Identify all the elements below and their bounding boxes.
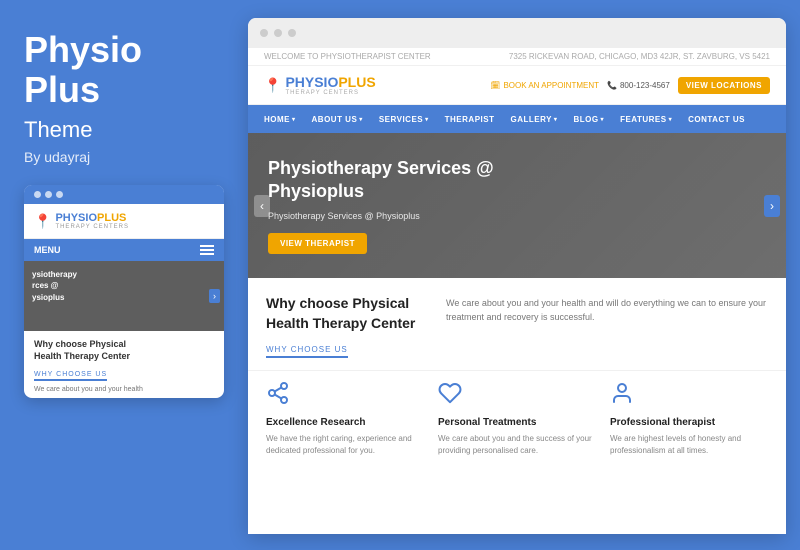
mobile-dot-3: [56, 191, 63, 198]
mobile-dot-1: [34, 191, 41, 198]
feature-card-excellence: Excellence Research We have the right ca…: [266, 381, 424, 457]
mobile-dot-2: [45, 191, 52, 198]
mobile-menu-bar: MENU: [24, 239, 224, 261]
feature-card-personal: Personal Treatments We care about you an…: [438, 381, 596, 457]
mobile-logo-bar: 📍 PHYSIOPLUS THERAPY CENTERS: [24, 204, 224, 239]
browser-dot-1: [260, 29, 268, 37]
nav-item-therapist[interactable]: THERAPIST: [445, 115, 495, 124]
hero-cta-button[interactable]: VIEW THERAPIST: [268, 233, 367, 254]
appointment-icon: 🗓: [490, 81, 500, 90]
mobile-top-bar: [24, 185, 224, 204]
top-bar-address: 7325 RICKEVAN ROAD, CHICAGO, MD3 42JR, S…: [509, 52, 770, 61]
mobile-logo-text: PHYSIOPLUS: [55, 212, 129, 224]
chevron-down-icon: ▾: [554, 116, 558, 123]
feature-desc-professional: We are highest levels of honesty and pro…: [610, 433, 768, 457]
mobile-hero: ysiotherapyrces @ysioplus ›: [24, 261, 224, 331]
feature-title-personal: Personal Treatments: [438, 417, 596, 428]
view-locations-button[interactable]: VIEW LOCATIONS: [678, 77, 770, 94]
site-header: 📍 PHYSIOPLUS THERAPY CENTERS 🗓 BOOK AN A…: [248, 66, 786, 105]
theme-subtitle: Theme: [24, 117, 224, 143]
mobile-logo-tagline: THERAPY CENTERS: [55, 224, 129, 230]
share-icon: [266, 381, 424, 411]
appointment-button[interactable]: 🗓 BOOK AN APPOINTMENT: [490, 81, 599, 90]
why-title: Why choose Physical Health Therapy Cente…: [266, 294, 426, 333]
mobile-desc: We care about you and your health: [34, 385, 214, 395]
nav-item-contact[interactable]: CONTACT US: [688, 115, 745, 124]
nav-item-services[interactable]: SERVICES ▾: [379, 115, 429, 124]
left-panel: PhysioPlus Theme By udayraj 📍 PHYSIOPLUS…: [0, 0, 248, 550]
chevron-down-icon: ▾: [669, 116, 673, 123]
chevron-down-icon: ▾: [359, 116, 363, 123]
site-nav: HOME ▾ ABOUT US ▾ SERVICES ▾ THERAPIST G…: [248, 105, 786, 133]
nav-item-blog[interactable]: BLOG ▾: [573, 115, 604, 124]
why-description: We care about you and your health and wi…: [446, 294, 768, 358]
chevron-down-icon: ▾: [292, 116, 296, 123]
site-logo: 📍 PHYSIOPLUS THERAPY CENTERS: [264, 74, 376, 96]
features-row: Excellence Research We have the right ca…: [248, 370, 786, 469]
hero-prev-arrow-icon[interactable]: ‹: [254, 195, 270, 217]
feature-card-professional: Professional therapist We are highest le…: [610, 381, 768, 457]
chevron-down-icon: ▾: [601, 116, 605, 123]
hero-content: Physiotherapy Services @Physioplus Physi…: [268, 157, 766, 255]
logo-pin-icon: 📍: [264, 77, 281, 94]
mobile-hamburger-icon: [200, 245, 214, 255]
hero-title: Physiotherapy Services @Physioplus: [268, 157, 508, 204]
chevron-down-icon: ▾: [425, 116, 429, 123]
feature-title-excellence: Excellence Research: [266, 417, 424, 428]
mobile-why-title: Why choose PhysicalHealth Therapy Center: [34, 339, 214, 362]
theme-title: PhysioPlus: [24, 30, 224, 109]
mobile-logo-pin-icon: 📍: [34, 213, 51, 230]
browser-chrome: [248, 18, 786, 48]
site-hero: Physiotherapy Services @Physioplus Physi…: [248, 133, 786, 278]
mobile-hero-arrow-icon[interactable]: ›: [209, 289, 220, 303]
browser-dot-3: [288, 29, 296, 37]
feature-desc-excellence: We have the right caring, experience and…: [266, 433, 424, 457]
feature-title-professional: Professional therapist: [610, 417, 768, 428]
hero-subtitle: Physiotherapy Services @ Physioplus: [268, 211, 766, 221]
nav-item-about[interactable]: ABOUT US ▾: [312, 115, 363, 124]
theme-author: By udayraj: [24, 149, 224, 165]
nav-item-features[interactable]: FEATURES ▾: [620, 115, 672, 124]
mobile-menu-label: MENU: [34, 245, 61, 255]
why-left: Why choose Physical Health Therapy Cente…: [266, 294, 426, 358]
header-actions: 🗓 BOOK AN APPOINTMENT 📞 800-123-4567 VIE…: [490, 77, 770, 94]
nav-item-home[interactable]: HOME ▾: [264, 115, 296, 124]
top-bar-welcome: WELCOME TO PHYSIOTHERAPIST CENTER: [264, 52, 431, 61]
feature-desc-personal: We care about you and the success of you…: [438, 433, 596, 457]
why-section: Why choose Physical Health Therapy Cente…: [248, 278, 786, 370]
phone-label: 800-123-4567: [620, 81, 670, 90]
phone-button[interactable]: 📞 800-123-4567: [607, 81, 670, 90]
main-preview: WELCOME TO PHYSIOTHERAPIST CENTER 7325 R…: [248, 18, 786, 534]
mobile-mockup: 📍 PHYSIOPLUS THERAPY CENTERS MENU ysioth…: [24, 185, 224, 398]
person-icon: [610, 381, 768, 411]
logo-tagline: THERAPY CENTERS: [285, 90, 375, 96]
nav-item-gallery[interactable]: GALLERY ▾: [510, 115, 557, 124]
site-top-bar: WELCOME TO PHYSIOTHERAPIST CENTER 7325 R…: [248, 48, 786, 66]
why-label: WHY CHOOSE US: [266, 345, 348, 358]
hero-next-arrow-icon[interactable]: ›: [764, 195, 780, 217]
heart-icon: [438, 381, 596, 411]
mobile-why-section: Why choose PhysicalHealth Therapy Center…: [24, 331, 224, 398]
phone-icon: 📞: [607, 81, 617, 90]
mobile-why-label: WHY CHOOSE US: [34, 371, 107, 381]
browser-dot-2: [274, 29, 282, 37]
logo-name: PHYSIOPLUS: [285, 74, 375, 90]
mobile-hero-text: ysiotherapyrces @ysioplus: [32, 269, 216, 303]
appointment-label: BOOK AN APPOINTMENT: [503, 81, 599, 90]
